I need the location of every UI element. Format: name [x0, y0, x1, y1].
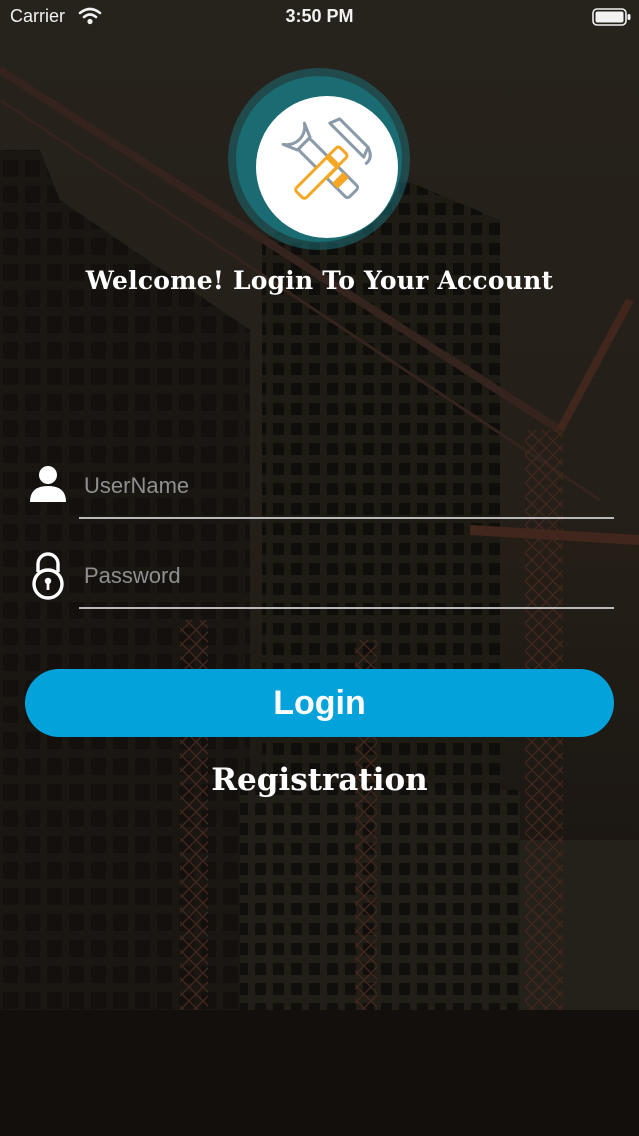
- app-logo: [228, 68, 410, 250]
- status-bar: Carrier 3:50 PM: [0, 0, 639, 34]
- user-icon: [26, 460, 70, 504]
- password-input[interactable]: [84, 558, 612, 594]
- wrench-hammer-icon: [281, 117, 372, 200]
- registration-link[interactable]: Registration: [0, 762, 639, 798]
- welcome-heading: Welcome! Login To Your Account: [85, 266, 554, 295]
- login-button[interactable]: Login: [25, 669, 614, 737]
- username-field: [26, 450, 616, 520]
- username-input[interactable]: [84, 468, 612, 504]
- battery-icon: [592, 8, 632, 31]
- username-underline: [79, 517, 614, 519]
- lock-icon: [26, 550, 70, 600]
- status-time: 3:50 PM: [285, 6, 354, 26]
- logo-badge: [256, 96, 398, 238]
- password-field: [26, 540, 616, 610]
- password-underline: [79, 607, 614, 609]
- logo-ring: [236, 76, 402, 242]
